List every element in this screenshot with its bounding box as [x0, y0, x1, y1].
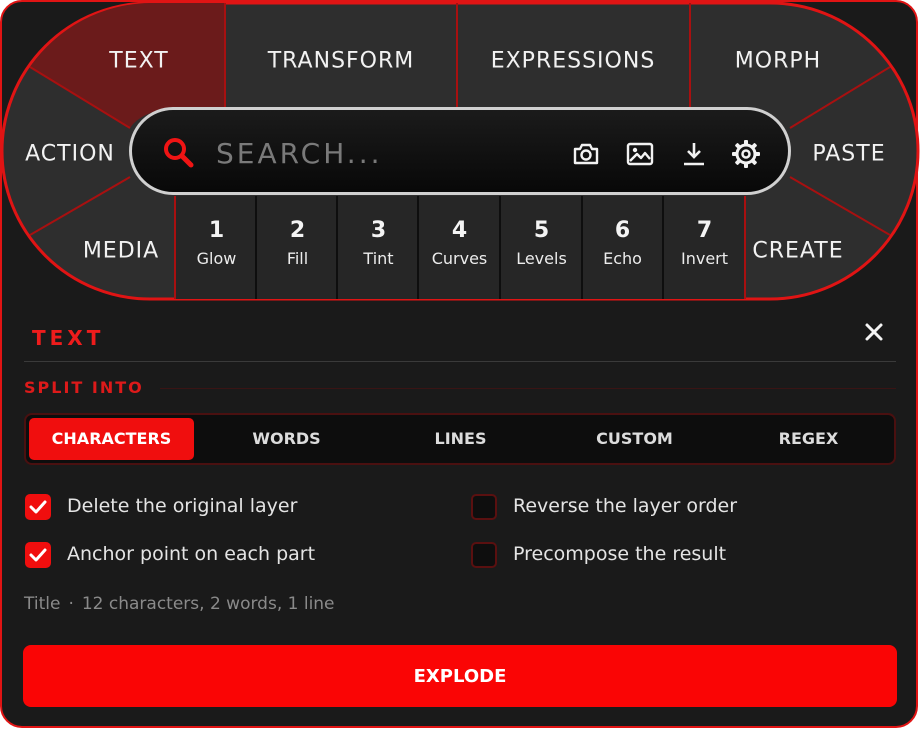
- slot-name: Levels: [516, 249, 567, 268]
- tab-lines[interactable]: LINES: [378, 418, 543, 460]
- close-icon: [865, 323, 883, 341]
- check-icon: [29, 500, 47, 514]
- info-separator: ·: [68, 594, 74, 614]
- slot-name: Glow: [196, 249, 237, 268]
- slot-name: Echo: [603, 249, 642, 268]
- divider: [160, 388, 896, 389]
- slot-number: 5: [533, 218, 550, 243]
- segment-expressions[interactable]: EXPRESSIONS: [491, 49, 656, 74]
- camera-icon[interactable]: [570, 138, 602, 170]
- slot-name: Invert: [680, 249, 729, 268]
- layer-info: Title · 12 characters, 2 words, 1 line: [24, 594, 335, 614]
- preset-slot-2[interactable]: 2 Fill: [257, 196, 338, 299]
- preset-slot-1[interactable]: 1 Glow: [176, 196, 257, 299]
- split-mode-tabs: CHARACTERS WORDS LINES CUSTOM REGEX: [24, 413, 896, 465]
- layer-name: Title: [24, 594, 61, 614]
- explode-button[interactable]: EXPLODE: [23, 645, 897, 707]
- slot-number: 3: [370, 218, 387, 243]
- preset-slot-4[interactable]: 4 Curves: [419, 196, 500, 299]
- search-bar: [129, 107, 791, 195]
- tab-characters[interactable]: CHARACTERS: [29, 418, 194, 460]
- gear-icon[interactable]: [730, 138, 762, 170]
- checkbox-checked[interactable]: [25, 494, 51, 520]
- section-title: TEXT: [32, 326, 105, 350]
- checkbox-checked[interactable]: [25, 542, 51, 568]
- slot-number: 7: [696, 218, 713, 243]
- divider: [24, 361, 896, 362]
- preset-slot-5[interactable]: 5 Levels: [501, 196, 582, 299]
- option-label: Precompose the result: [513, 543, 727, 565]
- option-label: Reverse the layer order: [513, 495, 738, 517]
- checkbox-unchecked[interactable]: [471, 542, 497, 568]
- image-icon[interactable]: [624, 138, 656, 170]
- slot-number: 6: [614, 218, 631, 243]
- option-label: Delete the original layer: [67, 495, 298, 517]
- slot-name: Tint: [363, 249, 394, 268]
- segment-action[interactable]: ACTION: [25, 142, 115, 167]
- split-into-label: SPLIT INTO: [24, 378, 144, 397]
- slot-number: 1: [208, 218, 225, 243]
- segment-create[interactable]: CREATE: [752, 239, 843, 264]
- option-label: Anchor point on each part: [67, 543, 316, 565]
- layer-stats: 12 characters, 2 words, 1 line: [81, 594, 335, 614]
- slot-name: Curves: [431, 249, 488, 268]
- segment-paste[interactable]: PASTE: [812, 142, 885, 167]
- slot-number: 2: [289, 218, 306, 243]
- segment-media[interactable]: MEDIA: [83, 239, 159, 264]
- preset-slot-6[interactable]: 6 Echo: [582, 196, 663, 299]
- segment-transform[interactable]: TRANSFORM: [268, 49, 415, 74]
- download-icon[interactable]: [678, 138, 710, 170]
- slot-name: Fill: [286, 249, 309, 268]
- check-icon: [29, 548, 47, 562]
- preset-slot-3[interactable]: 3 Tint: [338, 196, 419, 299]
- segment-morph[interactable]: MORPH: [735, 49, 821, 74]
- search-icon: [164, 138, 194, 168]
- segment-text[interactable]: TEXT: [109, 49, 168, 74]
- search-input[interactable]: [214, 130, 548, 176]
- tab-custom[interactable]: CUSTOM: [552, 418, 717, 460]
- checkbox-unchecked[interactable]: [471, 494, 497, 520]
- tab-regex[interactable]: REGEX: [726, 418, 891, 460]
- preset-slot-7[interactable]: 7 Invert: [664, 196, 745, 299]
- slot-number: 4: [451, 218, 468, 243]
- tab-words[interactable]: WORDS: [204, 418, 369, 460]
- close-button[interactable]: [862, 320, 886, 344]
